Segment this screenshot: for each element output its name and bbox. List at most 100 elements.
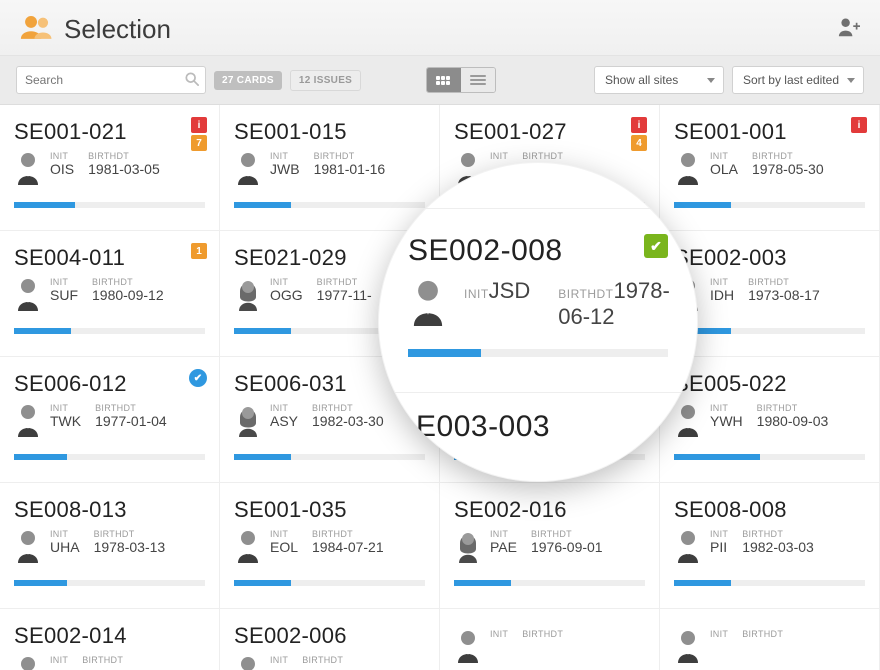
card-id: SE008-013	[14, 497, 205, 523]
magnifier-lens: SE002-008 INITJSD BIRTHDT1978-06-12 ✔ E0…	[378, 162, 698, 482]
subject-card[interactable]: INIT BIRTHDT	[440, 609, 660, 670]
progress-bar	[674, 328, 865, 334]
search-icon[interactable]	[182, 70, 202, 90]
init-value: PII	[710, 539, 728, 555]
init-value: SUF	[50, 287, 78, 303]
avatar-icon	[14, 277, 42, 316]
subject-card[interactable]: SE006-012 INITTWK BIRTHDT1977-01-04	[0, 357, 220, 483]
progress-bar	[14, 328, 205, 334]
card-id: SE002-008	[408, 234, 668, 268]
chevron-down-icon	[847, 78, 855, 83]
check-badge: ✔	[644, 234, 668, 258]
init-label: INIT	[50, 277, 78, 287]
subject-card[interactable]: SE002-006 INIT BIRTHDT	[220, 609, 440, 670]
search-field	[16, 66, 206, 94]
init-label: INIT	[710, 277, 734, 287]
birthdt-label: BIRTHDT	[522, 151, 563, 161]
birthdt-label: BIRTHDT	[302, 655, 343, 665]
birthdt-label: BIRTHDT	[752, 151, 824, 161]
init-value: TWK	[50, 413, 81, 429]
birthdt-value: 1976-09-01	[531, 539, 603, 555]
birthdt-label: BIRTHDT	[312, 529, 384, 539]
page-header: Selection	[0, 0, 880, 56]
subject-card[interactable]: SE008-008 INITPII BIRTHDT1982-03-03	[660, 483, 880, 609]
view-toggle	[426, 67, 496, 93]
magnified-card: SE002-008 INITJSD BIRTHDT1978-06-12	[408, 234, 668, 357]
card-id: SE004-011	[14, 245, 205, 271]
toolbar: 27 CARDS 12 ISSUES Show all sites Sort b…	[0, 56, 880, 105]
init-label: INIT	[710, 151, 738, 161]
dropdown-label: Show all sites	[605, 73, 678, 87]
init-value: ASY	[270, 413, 298, 429]
avatar-icon	[14, 529, 42, 568]
birthdt-label: BIRTHDT	[312, 403, 384, 413]
init-value: EOL	[270, 539, 298, 555]
site-filter-dropdown[interactable]: Show all sites	[594, 66, 724, 94]
subject-card[interactable]: SE001-035 INITEOL BIRTHDT1984-07-21	[220, 483, 440, 609]
progress-bar	[234, 580, 425, 586]
birthdt-label: BIRTHDT	[317, 277, 372, 287]
card-id: SE001-001	[674, 119, 865, 145]
init-value: OIS	[50, 161, 74, 177]
search-input[interactable]	[16, 66, 206, 94]
avatar-icon	[674, 629, 702, 668]
birthdt-label: BIRTHDT	[748, 277, 820, 287]
init-label: INIT	[270, 655, 288, 665]
birthdt-value: 1977-11-	[317, 287, 372, 303]
avatar-icon	[234, 655, 262, 670]
progress-bar	[674, 454, 865, 460]
init-value: YWH	[710, 413, 743, 429]
init-label: INIT	[50, 151, 74, 161]
card-id: SE008-008	[674, 497, 865, 523]
avatar-icon	[234, 403, 262, 442]
card-id: SE002-003	[674, 245, 865, 271]
list-view-button[interactable]	[461, 68, 495, 92]
birthdt-value: 1978-05-30	[752, 161, 824, 177]
info-badge: i	[851, 117, 867, 133]
birthdt-value: 1982-03-30	[312, 413, 384, 429]
init-value: UHA	[50, 539, 80, 555]
progress-bar	[14, 454, 205, 460]
subject-card[interactable]: SE002-016 INITPAE BIRTHDT1976-09-01	[440, 483, 660, 609]
info-badge: i	[631, 117, 647, 133]
card-id: SE005-022	[674, 371, 865, 397]
card-id: SE001-027	[454, 119, 645, 145]
issues-count-pill[interactable]: 12 ISSUES	[290, 70, 361, 91]
init-label: INIT	[270, 403, 298, 413]
birthdt-value: 1977-01-04	[95, 413, 167, 429]
birthdt-value: 1978-03-13	[94, 539, 166, 555]
init-label: INIT	[270, 151, 300, 161]
verified-badge	[189, 369, 207, 387]
birthdt-label: BIRTHDT	[742, 529, 814, 539]
subject-card[interactable]: i7 SE001-021 INITOIS BIRTHDT1981-03-05	[0, 105, 220, 231]
subject-card[interactable]: INIT BIRTHDT	[660, 609, 880, 670]
birthdt-label: BIRTHDT	[522, 629, 563, 639]
birthdt-label: BIRTHDT	[558, 287, 613, 301]
avatar-icon	[14, 151, 42, 190]
birthdt-label: BIRTHDT	[314, 151, 386, 161]
add-user-icon[interactable]	[838, 17, 860, 42]
avatar-icon	[454, 529, 482, 568]
sort-dropdown[interactable]: Sort by last edited	[732, 66, 864, 94]
init-label: INIT	[490, 529, 517, 539]
init-value: JWB	[270, 161, 300, 177]
init-label: INIT	[490, 629, 508, 639]
init-label: INIT	[50, 529, 80, 539]
subject-card[interactable]: SE002-014 INIT BIRTHDT	[0, 609, 220, 670]
subject-card[interactable]: 1 SE004-011 INITSUF BIRTHDT1980-09-12	[0, 231, 220, 357]
warning-badge: 7	[191, 135, 207, 151]
birthdt-label: BIRTHDT	[742, 629, 783, 639]
init-value: PAE	[490, 539, 517, 555]
avatar-icon	[674, 529, 702, 568]
grid-view-button[interactable]	[427, 68, 461, 92]
card-id: SE001-015	[234, 119, 425, 145]
avatar-icon	[14, 655, 42, 670]
avatar-icon	[454, 629, 482, 668]
page-title: Selection	[64, 14, 171, 45]
warning-badge: 4	[631, 135, 647, 151]
subject-card[interactable]: SE008-013 INITUHA BIRTHDT1978-03-13	[0, 483, 220, 609]
init-label: INIT	[490, 151, 508, 161]
card-id: SE002-016	[454, 497, 645, 523]
init-label: INIT	[270, 529, 298, 539]
init-label: INIT	[270, 277, 303, 287]
